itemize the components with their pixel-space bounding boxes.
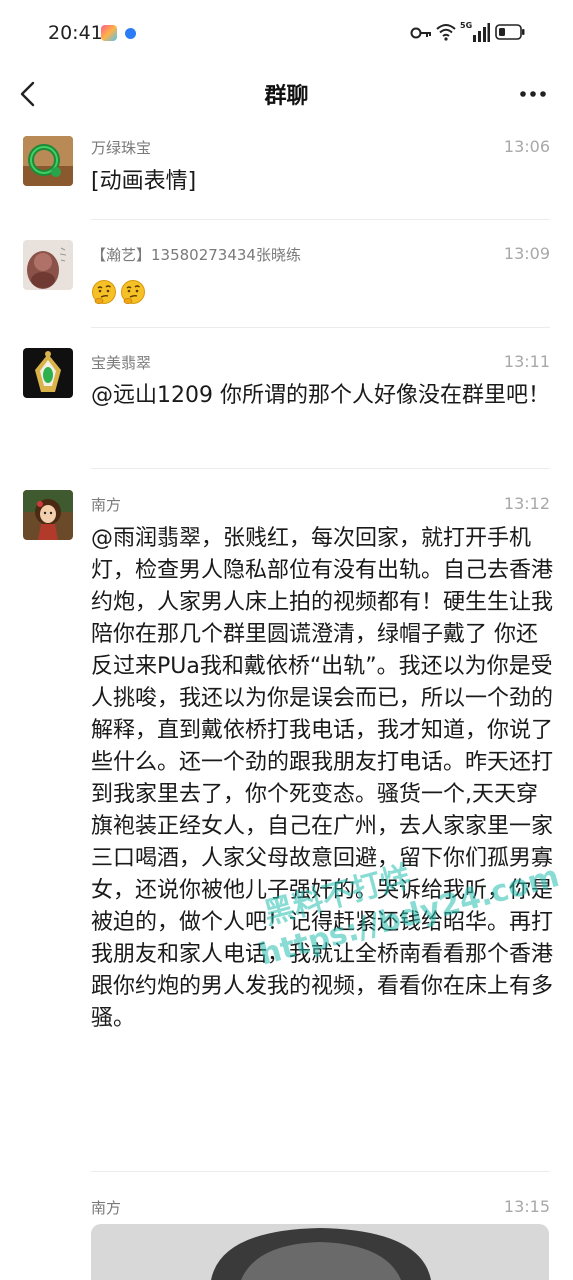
chat-message: 宝美翡翠 13:11 @远山1209 你所谓的那个人好像没在群里吧！	[0, 330, 573, 470]
chat-message: 【瀚艺】13580273434张晓练 13:09	[0, 220, 573, 330]
emoji-row	[91, 276, 553, 308]
message-time: 13:09	[503, 244, 550, 263]
chat-header: 群聊	[0, 66, 573, 122]
message-time: 13:15	[503, 1197, 550, 1216]
message-text: @远山1209 你所谓的那个人好像没在群里吧！	[91, 383, 550, 408]
message-time: 13:12	[503, 494, 550, 513]
thinking-face-icon	[121, 280, 145, 304]
cartoon-girl-image	[23, 490, 73, 540]
avatar[interactable]	[23, 348, 73, 398]
photo-thumbnail	[91, 1224, 549, 1280]
signal-icon	[473, 23, 490, 42]
sender-name: 宝美翡翠	[91, 354, 152, 372]
thinking-face-icon	[92, 280, 116, 304]
avatar[interactable]	[23, 240, 73, 290]
image-message[interactable]	[91, 1224, 549, 1280]
message-text: [动画表情]	[91, 169, 197, 194]
status-bar: 20:41 5G	[0, 0, 573, 66]
sender-name: 万绿珠宝	[91, 139, 152, 157]
message-time: 13:06	[503, 137, 550, 156]
carving-image	[23, 240, 73, 290]
battery-icon	[495, 24, 525, 40]
chat-message: 南方 13:12 @雨润翡翠，张贱红，每次回家，就打开手机灯，检查男人隐私部位有…	[0, 470, 573, 1172]
app-notification-icon	[101, 25, 117, 41]
more-options-icon[interactable]	[516, 78, 550, 110]
jade-ring-image	[23, 136, 73, 186]
jade-pendant-image	[23, 348, 73, 398]
key-icon	[410, 27, 431, 39]
sender-name: 南方	[91, 1199, 122, 1217]
app-dot-icon	[125, 28, 136, 39]
divider	[91, 468, 550, 469]
message-time: 13:11	[503, 352, 550, 371]
wifi-icon	[436, 24, 456, 41]
avatar[interactable]	[23, 136, 73, 186]
page-title: 群聊	[264, 84, 309, 109]
sender-name: 南方	[91, 496, 122, 514]
avatar[interactable]	[23, 490, 73, 540]
status-time: 20:41	[48, 22, 103, 44]
sender-name: 【瀚艺】13580273434张晓练	[91, 246, 301, 264]
divider	[91, 327, 550, 328]
